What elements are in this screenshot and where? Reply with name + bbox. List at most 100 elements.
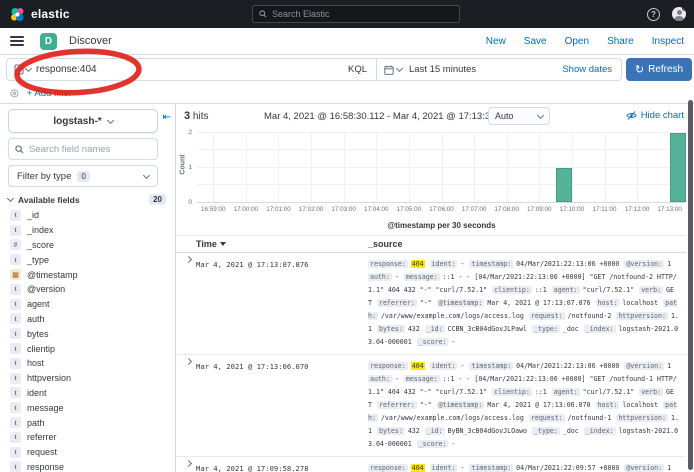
- field-name: httpversion: [27, 373, 71, 383]
- string-field-icon: t: [10, 417, 21, 428]
- kibana-discover-app: elastic Search Elastic ? D Discover NewS…: [0, 0, 694, 472]
- query-bar: response:404 KQL Last 15 minutes Show da…: [0, 55, 694, 84]
- field-item-ident[interactable]: tident: [10, 386, 170, 401]
- field-value: -: [460, 464, 464, 472]
- field-item-_score[interactable]: #_score: [10, 238, 170, 253]
- filter-settings-icon[interactable]: ◎: [10, 88, 19, 99]
- table-row[interactable]: Mar 4, 2021 @ 17:13:06.070response:404id…: [176, 355, 686, 457]
- vertical-scrollbar[interactable]: [688, 100, 693, 470]
- query-language-button[interactable]: KQL: [339, 59, 377, 80]
- field-label-badge: clientip:: [492, 286, 532, 294]
- hide-chart-button[interactable]: Hide chart: [626, 110, 684, 121]
- field-label-badge: bytes:: [377, 427, 405, 435]
- field-item-auth[interactable]: tauth: [10, 312, 170, 327]
- field-value: -: [460, 362, 464, 370]
- field-item-@timestamp[interactable]: ▦@timestamp: [10, 267, 170, 282]
- user-avatar[interactable]: [672, 7, 686, 21]
- expand-row-icon[interactable]: [184, 358, 191, 365]
- expand-row-icon[interactable]: [184, 256, 191, 263]
- filter-bar: ◎ + Add filter: [0, 84, 694, 104]
- row-time: Mar 4, 2021 @ 17:13:06.070: [196, 360, 368, 451]
- x-axis-title: @timestamp per 30 seconds: [197, 221, 686, 230]
- field-name: _type: [27, 255, 49, 265]
- time-column-header[interactable]: Time: [196, 239, 368, 249]
- field-item-host[interactable]: thost: [10, 356, 170, 371]
- field-label-badge: clientip:: [492, 388, 532, 396]
- field-item-_index[interactable]: t _index: [10, 223, 170, 238]
- field-item-_id[interactable]: t _id: [10, 208, 170, 223]
- row-source: response:404ident:-timestamp:04/Mar/2021…: [368, 258, 686, 349]
- field-label-badge: @version:: [624, 260, 664, 268]
- field-label-badge: ident:: [430, 260, 458, 268]
- field-item-agent[interactable]: tagent: [10, 297, 170, 312]
- filter-by-type-button[interactable]: Filter by type 0: [8, 165, 158, 187]
- search-icon: [15, 145, 24, 154]
- string-field-icon: t: [10, 225, 21, 236]
- refresh-button[interactable]: ↻ Refresh: [626, 58, 692, 81]
- field-search-input[interactable]: [29, 144, 139, 155]
- field-name: response: [27, 462, 64, 472]
- table-row[interactable]: Mar 4, 2021 @ 17:13:07.876response:404id…: [176, 253, 686, 355]
- field-value: 1: [667, 260, 671, 268]
- index-pattern-selector[interactable]: logstash-*: [8, 109, 158, 133]
- show-dates-button[interactable]: Show dates: [562, 64, 621, 75]
- expand-row-icon[interactable]: [184, 460, 191, 467]
- discover-app-badge[interactable]: D: [40, 33, 57, 50]
- field-value: ByBN_3cB04dGovJLOawo: [448, 427, 527, 435]
- field-value: CCBN_3cB04dGovJLPawl: [448, 325, 527, 333]
- field-item-clientip[interactable]: tclientip: [10, 341, 170, 356]
- field-item-message[interactable]: tmessage: [10, 400, 170, 415]
- field-value: 432: [408, 427, 420, 435]
- string-field-icon: t: [10, 328, 21, 339]
- filter-by-type-label: Filter by type: [17, 171, 71, 182]
- field-name: _id: [27, 210, 39, 220]
- histogram-bar-17:13:00[interactable]: [670, 133, 686, 202]
- nav-action-inspect[interactable]: Inspect: [652, 36, 684, 47]
- string-field-icon: t: [10, 387, 21, 398]
- field-name: referrer: [27, 432, 57, 442]
- string-field-icon: t: [10, 373, 21, 384]
- help-icon[interactable]: ?: [647, 8, 660, 21]
- field-item-path[interactable]: tpath: [10, 415, 170, 430]
- histogram-bar-17:09:30[interactable]: [556, 168, 572, 203]
- string-field-icon: t: [10, 254, 21, 265]
- field-name: host: [27, 358, 44, 368]
- nav-action-new[interactable]: New: [486, 36, 506, 47]
- field-item-httpversion[interactable]: t httpversion: [10, 371, 170, 386]
- field-value: ::1: [535, 388, 547, 396]
- calendar-button[interactable]: [377, 65, 409, 75]
- saved-query-icon[interactable]: [7, 64, 36, 75]
- interval-select[interactable]: Auto: [488, 107, 550, 125]
- field-value: 1: [667, 362, 671, 370]
- collapse-sidebar-icon[interactable]: ⇤: [163, 112, 171, 123]
- string-field-icon: t: [10, 210, 21, 221]
- field-label-badge: referrer:: [377, 401, 417, 409]
- table-row[interactable]: Mar 4, 2021 @ 17:09:58.278response:404id…: [176, 457, 686, 472]
- field-item-response[interactable]: tresponse: [10, 460, 170, 472]
- refresh-icon: ↻: [635, 65, 644, 75]
- elastic-logo[interactable]: elastic: [0, 7, 70, 22]
- time-range-value[interactable]: Last 15 minutes: [409, 64, 476, 75]
- field-item-_type[interactable]: t _type: [10, 252, 170, 267]
- field-item-request[interactable]: trequest: [10, 445, 170, 460]
- field-item-bytes[interactable]: tbytes: [10, 326, 170, 341]
- field-value: "curl/7.52.1": [583, 388, 635, 396]
- field-label-badge: auth:: [368, 273, 392, 281]
- nav-action-open[interactable]: Open: [565, 36, 589, 47]
- field-item-referrer[interactable]: treferrer: [10, 430, 170, 445]
- field-value: "curl/7.52.1": [583, 286, 635, 294]
- source-column-header: _source: [368, 239, 403, 249]
- menu-icon[interactable]: [10, 36, 24, 46]
- query-text[interactable]: response:404: [36, 64, 97, 75]
- sort-desc-icon: [220, 242, 226, 246]
- global-search-input[interactable]: Search Elastic: [252, 5, 460, 23]
- nav-action-share[interactable]: Share: [607, 36, 634, 47]
- string-field-icon: t: [10, 299, 21, 310]
- nav-action-save[interactable]: Save: [524, 36, 547, 47]
- field-item-@version[interactable]: t@version: [10, 282, 170, 297]
- field-name: _index: [27, 225, 54, 235]
- query-input[interactable]: response:404 KQL Last 15 minutes Show da…: [6, 58, 622, 81]
- field-value: /var/www/example.com/logs/access.log: [381, 312, 524, 320]
- available-fields-header[interactable]: Available fields 20: [8, 194, 168, 205]
- add-filter-button[interactable]: + Add filter: [27, 88, 72, 99]
